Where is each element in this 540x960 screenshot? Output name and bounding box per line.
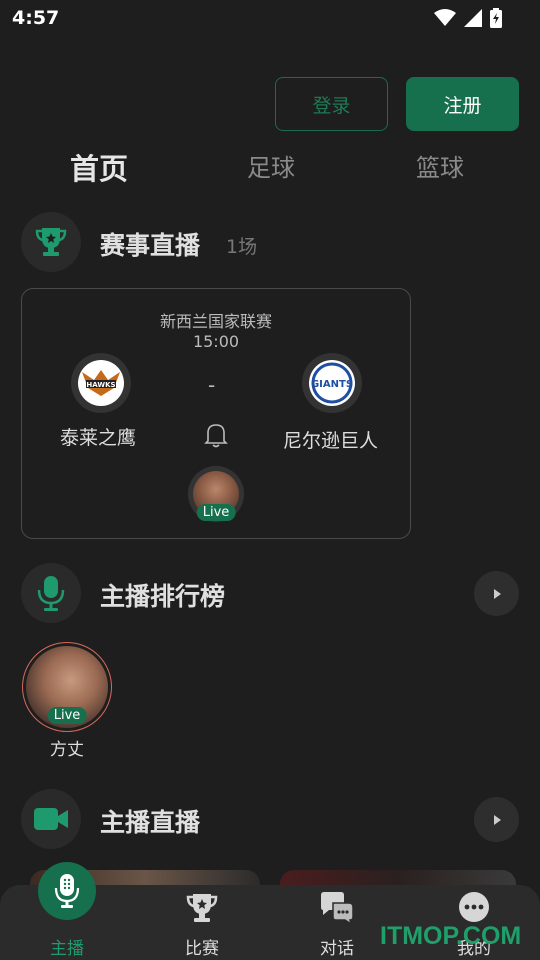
section-title-live: 赛事直播 <box>100 231 201 260</box>
hawks-logo-icon: HAWKS <box>82 370 120 396</box>
giants-logo-icon: GIANTS <box>311 362 353 404</box>
signal-icon <box>464 9 482 27</box>
nav-item-chat[interactable]: 对话 <box>287 885 387 960</box>
ranking-more-button[interactable] <box>474 571 519 616</box>
trophy-icon <box>186 894 218 922</box>
status-bar: 4:57 <box>0 0 540 36</box>
match-time: 15:00 <box>192 332 240 351</box>
streams-more-button[interactable] <box>474 797 519 842</box>
league-name: 新西兰国家联赛 <box>159 312 272 331</box>
microphone-icon <box>54 874 80 908</box>
live-badge: Live <box>196 504 236 521</box>
nav-label: 对话 <box>320 939 354 959</box>
anchor-name: 方丈 <box>50 740 84 760</box>
section-title-ranking: 主播排行榜 <box>100 582 226 611</box>
login-button[interactable]: 登录 <box>275 77 388 131</box>
svg-text:HAWKS: HAWKS <box>86 381 115 389</box>
nav-label: 主播 <box>50 939 84 959</box>
anchor-live-badge: Live <box>47 707 87 724</box>
register-button[interactable]: 注册 <box>406 77 519 131</box>
tab-football[interactable]: 足球 <box>247 148 295 183</box>
away-team-name: 尼尔逊巨人 <box>283 430 379 452</box>
status-icons <box>434 8 502 28</box>
chat-bubbles-icon <box>321 892 354 925</box>
svg-text:GIANTS: GIANTS <box>311 379 353 390</box>
trophy-icon <box>21 212 81 272</box>
section-title-streams: 主播直播 <box>100 808 201 837</box>
bell-icon[interactable] <box>204 421 228 449</box>
match-card[interactable]: 新西兰国家联赛 15:00 HAWKS 泰莱之鹰 - GIANTS 尼尔逊巨人 … <box>21 288 411 539</box>
status-time: 4:57 <box>12 7 60 29</box>
live-matches-header: 赛事直播 1场 <box>21 212 519 272</box>
anchor-streams-header: 主播直播 <box>21 789 519 849</box>
nav-label: 比赛 <box>185 939 219 959</box>
anchor-item[interactable]: Live <box>22 642 112 732</box>
nav-item-matches[interactable]: 比赛 <box>152 885 252 960</box>
chevron-right-icon <box>493 588 501 599</box>
nav-main-bubble[interactable] <box>38 862 96 920</box>
tab-home[interactable]: 首页 <box>70 146 128 188</box>
match-score: - <box>208 373 216 397</box>
more-icon <box>459 892 489 922</box>
main-tabs: 首页 足球 篮球 <box>0 148 540 188</box>
home-team-name: 泰莱之鹰 <box>60 427 137 449</box>
microphone-icon <box>21 563 81 623</box>
away-team-logo: GIANTS <box>302 353 362 413</box>
match-live-avatar[interactable]: Live <box>188 466 244 522</box>
tab-basketball[interactable]: 篮球 <box>416 148 464 183</box>
home-team-logo: HAWKS <box>71 353 131 413</box>
anchor-ranking-header: 主播排行榜 <box>21 563 519 623</box>
watermark: ITMOP.COM <box>380 922 522 950</box>
chevron-right-icon <box>493 814 501 825</box>
video-camera-icon <box>21 789 81 849</box>
wifi-icon <box>434 9 456 26</box>
battery-icon <box>490 8 502 28</box>
match-count: 1场 <box>226 236 258 258</box>
